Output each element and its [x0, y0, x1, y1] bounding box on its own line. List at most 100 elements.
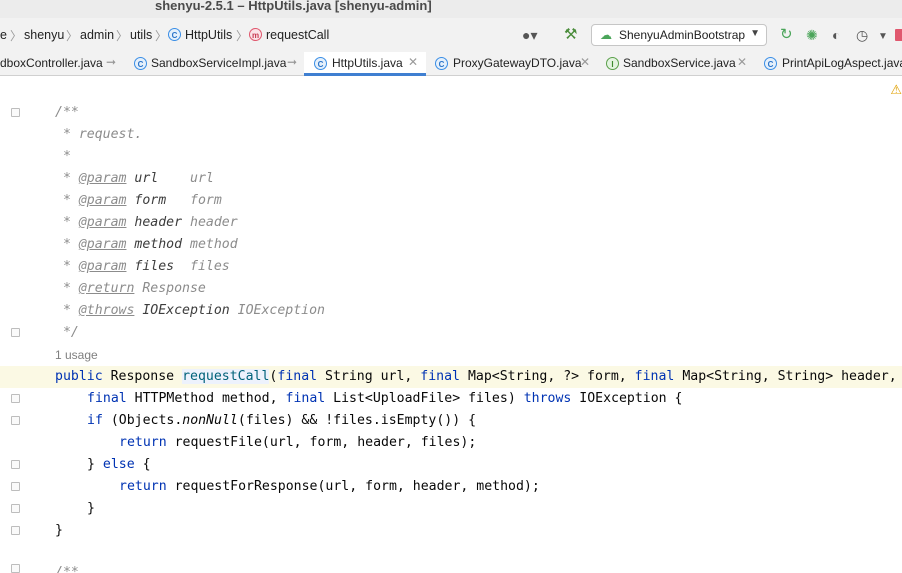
code-text: HTTPMethod method,: [126, 391, 286, 406]
breadcrumb-separator: 〉: [66, 29, 79, 43]
exception-type: IOException: [142, 303, 230, 318]
code-line: if (Objects.nonNull(files) && !files.isE…: [0, 410, 902, 432]
param-name: url: [134, 171, 159, 186]
code-text: Map<String, ?> form,: [460, 369, 635, 384]
javadoc-tag: @param: [78, 215, 127, 230]
pin-icon[interactable]: ➞: [106, 55, 116, 69]
static-method-call: nonNull: [182, 413, 238, 428]
code-text: *: [55, 259, 79, 274]
close-icon[interactable]: ✕: [408, 55, 418, 69]
javadoc-tag: @param: [78, 193, 127, 208]
code-line: } else {: [0, 454, 902, 476]
exception-description: IOException: [237, 303, 325, 318]
code-text: }: [55, 523, 63, 538]
param-description: url: [190, 171, 214, 186]
code-line: /**: [0, 562, 902, 573]
code-text: {: [134, 457, 151, 472]
keyword: return: [119, 435, 167, 450]
code-text: /**: [55, 565, 79, 573]
code-line: final HTTPMethod method, final List<Uplo…: [0, 388, 902, 410]
bug-icon[interactable]: ✺: [806, 27, 818, 43]
code-text: List<UploadFile> files): [325, 391, 524, 406]
code-line: /**: [0, 102, 902, 124]
close-icon[interactable]: ✕: [737, 55, 747, 69]
usages-hint[interactable]: 1 usage: [55, 348, 98, 362]
keyword: else: [102, 457, 135, 472]
tab-sandbox-service[interactable]: I SandboxService.java ✕: [596, 52, 756, 75]
javadoc-tag: @throws: [78, 303, 135, 318]
code-text: (files) && !files.isEmpty()) {: [237, 413, 477, 428]
keyword: final: [87, 391, 127, 406]
keyword: final: [420, 369, 460, 384]
tab-label: dboxController.java: [0, 56, 103, 70]
coverage-icon[interactable]: ◐: [832, 27, 840, 43]
stop-icon[interactable]: [895, 29, 902, 41]
breadcrumb-item-root[interactable]: e: [0, 28, 7, 42]
close-icon[interactable]: ✕: [580, 55, 590, 69]
code-text: }: [87, 457, 103, 472]
return-description: Response: [142, 281, 206, 296]
run-configuration-select[interactable]: ☁ ShenyuAdminBootstrap ▼: [591, 24, 767, 46]
tab-label: PrintApiLogAspect.java: [782, 56, 902, 70]
param-description: method: [190, 237, 238, 252]
keyword: final: [285, 391, 326, 406]
breadcrumb-item-package[interactable]: utils: [130, 28, 152, 42]
tab-sandbox-controller[interactable]: dboxController.java ➞: [0, 52, 122, 75]
code-editor[interactable]: ⚠ /** * request. * * @param url url * @p…: [0, 76, 902, 573]
code-line-current: public Response requestCall(final String…: [0, 366, 902, 388]
keyword: final: [634, 369, 675, 384]
param-name: form: [134, 193, 167, 208]
hammer-icon[interactable]: ⚒: [564, 27, 577, 43]
rerun-icon[interactable]: ↻: [780, 27, 793, 43]
code-text: *: [55, 281, 79, 296]
tab-label: HttpUtils.java: [332, 56, 403, 70]
code-line: * @param files files: [0, 256, 902, 278]
pin-icon[interactable]: ➞: [287, 55, 297, 69]
code-line: * @throws IOException IOException: [0, 300, 902, 322]
keyword: return: [119, 479, 167, 494]
param-name: files: [134, 259, 175, 274]
param-name: header: [134, 215, 183, 230]
code-text: *: [55, 303, 79, 318]
warning-icon[interactable]: ⚠: [890, 82, 902, 98]
param-description: files: [190, 259, 230, 274]
code-line: * @param method method: [0, 234, 902, 256]
breadcrumb-separator: 〉: [10, 29, 23, 43]
class-icon: C: [435, 57, 448, 70]
user-icon[interactable]: ●▾: [522, 27, 537, 43]
profiler-icon[interactable]: ◷: [856, 27, 868, 43]
code-text: requestForResponse(url, form, header, me…: [166, 479, 540, 494]
tab-sandbox-service-impl[interactable]: C SandboxServiceImpl.java ➞: [122, 52, 302, 75]
class-icon: C: [168, 28, 181, 41]
class-icon: C: [314, 57, 327, 70]
tab-print-api-log-aspect[interactable]: C PrintApiLogAspect.java: [756, 52, 902, 75]
more-run-chevron-icon[interactable]: ▼: [878, 29, 888, 45]
code-text: */: [55, 325, 79, 340]
code-text: String url,: [317, 369, 421, 384]
code-text: requestFile(url, form, header, files);: [166, 435, 477, 450]
code-line: }: [0, 520, 902, 542]
tab-proxy-gateway-dto[interactable]: C ProxyGatewayDTO.java ✕: [426, 52, 596, 75]
keyword: public: [55, 369, 103, 384]
method-name[interactable]: requestCall: [182, 369, 270, 384]
javadoc-tag: @param: [78, 237, 127, 252]
editor-tab-bar: dboxController.java ➞ C SandboxServiceIm…: [0, 52, 902, 76]
javadoc-tag: @param: [78, 171, 127, 186]
code-line: */: [0, 322, 902, 344]
breadcrumb-item-project[interactable]: shenyu: [24, 28, 64, 42]
code-text: *: [55, 193, 79, 208]
breadcrumb-separator: 〉: [116, 29, 129, 43]
code-text: IOException {: [571, 391, 683, 406]
code-line: * @param url url: [0, 168, 902, 190]
breadcrumb-separator: 〉: [236, 29, 249, 43]
param-description: form: [190, 193, 222, 208]
spring-boot-icon: ☁: [600, 28, 612, 42]
tab-http-utils[interactable]: C HttpUtils.java ✕: [304, 52, 426, 76]
breadcrumb-item-method[interactable]: requestCall: [266, 28, 329, 42]
keyword: if: [87, 413, 103, 428]
breadcrumb-item-class[interactable]: HttpUtils: [185, 28, 232, 42]
chevron-down-icon: ▼: [750, 28, 760, 39]
breadcrumb-item-module[interactable]: admin: [80, 28, 114, 42]
code-line: * @return Response: [0, 278, 902, 300]
param-name: method: [134, 237, 183, 252]
